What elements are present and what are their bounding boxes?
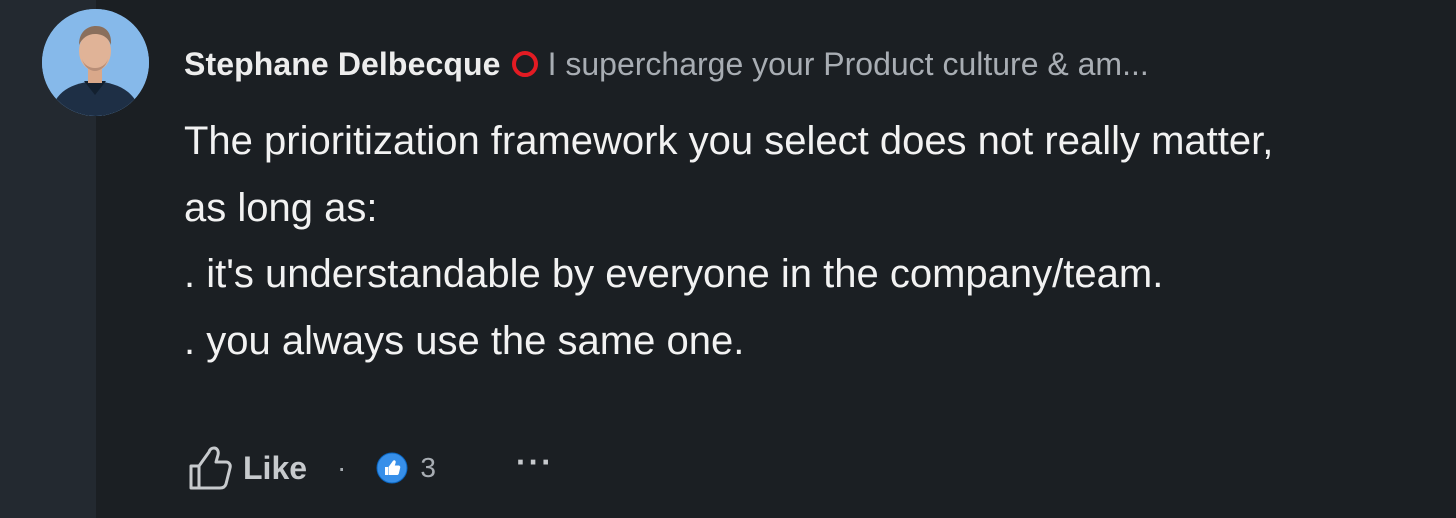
reaction-count: 3: [420, 452, 436, 483]
thumbs-up-reaction-icon: [376, 452, 408, 484]
comment-header: Stephane Delbecque I supercharge your Pr…: [184, 40, 1414, 88]
avatar-photo: [42, 9, 149, 116]
like-button[interactable]: Like: [187, 440, 307, 496]
thumbs-up-icon: [187, 444, 233, 492]
author-headline: I supercharge your Product culture & am.…: [547, 45, 1149, 82]
comment-body: The prioritization framework you select …: [184, 119, 1274, 363]
more-options-button[interactable]: ···: [516, 446, 554, 478]
separator-dot: ·: [337, 452, 347, 483]
comment-actions: Like · 3 ···: [187, 440, 554, 496]
open-to-work-ring-icon: [511, 51, 538, 77]
like-label: Like: [243, 449, 308, 486]
avatar[interactable]: [42, 9, 149, 116]
comment: Stephane Delbecque I supercharge your Pr…: [184, 40, 1414, 374]
comment-card: Stephane Delbecque I supercharge your Pr…: [0, 0, 1456, 518]
reactions-summary[interactable]: 3: [376, 452, 436, 484]
author-name[interactable]: Stephane Delbecque: [184, 46, 501, 83]
